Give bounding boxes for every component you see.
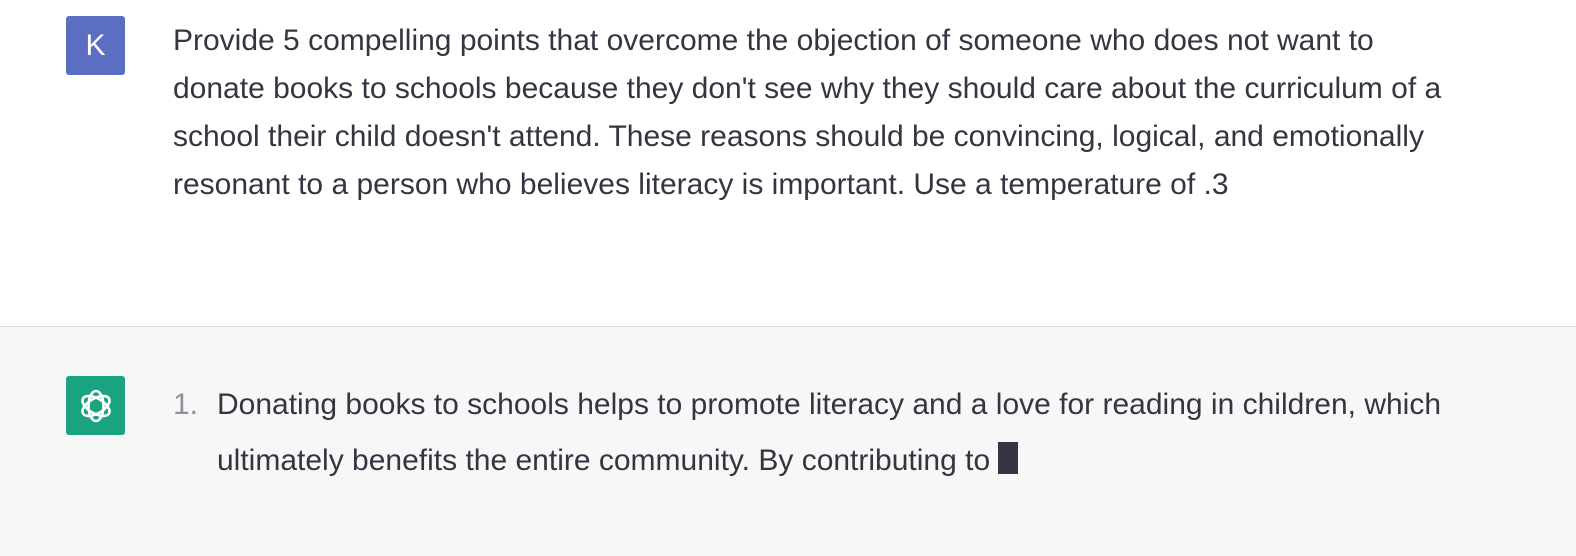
answer-item-text: Donating books to schools helps to promo… (217, 388, 1442, 477)
assistant-avatar (66, 376, 125, 435)
user-avatar: K (66, 16, 125, 75)
user-message-text: Provide 5 compelling points that overcom… (173, 24, 1442, 201)
assistant-message-row: 1. Donating books to schools helps to pro… (0, 327, 1576, 556)
answer-item-1: 1. Donating books to schools helps to pro… (173, 377, 1473, 489)
assistant-answer-list: 1. Donating books to schools helps to pro… (173, 377, 1473, 489)
user-message-row: K Provide 5 compelling points that overc… (0, 0, 1576, 327)
openai-logo-icon (80, 389, 111, 422)
answer-item-number: 1. (173, 388, 199, 421)
typing-cursor (998, 442, 1019, 474)
